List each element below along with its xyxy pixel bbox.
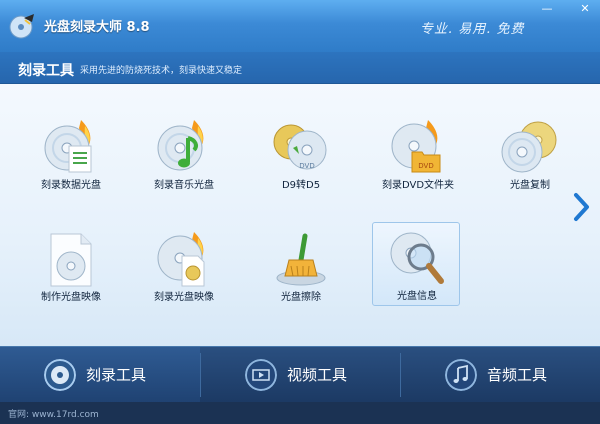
make-disc-image-icon [50,233,92,287]
tool-burn-music-disc[interactable]: 刻录音乐光盘 [136,112,232,198]
tab-video-tools[interactable]: 视频工具 [201,347,401,403]
tool-label: 制作光盘映像 [41,292,101,303]
tab-burn-tools[interactable]: 刻录工具 [0,347,200,403]
bottom-nav: 刻录工具 视频工具 音频工具 [0,346,600,403]
website-link[interactable]: 官网: www.17rd.com [8,407,99,420]
tool-label: 光盘信息 [397,291,437,302]
tool-label: 刻录数据光盘 [41,180,101,191]
tab-label: 音频工具 [487,366,548,384]
disc-erase-icon [276,233,326,286]
burn-dvd-folder-icon: DVD [391,120,441,173]
tool-disc-info[interactable]: 光盘信息 [372,222,460,306]
burn-music-disc-icon [157,120,204,171]
section-description: 采用先进的防烧死技术，刻录快速又稳定 [80,66,243,76]
chevron-right-icon[interactable] [572,192,590,222]
tool-label: 刻录光盘映像 [154,292,214,303]
tool-burn-dvd-folder[interactable]: DVD 刻录DVD文件夹 [370,112,466,198]
tool-label: D9转D5 [281,180,321,191]
burn-data-disc-icon [44,120,92,173]
tool-label: 光盘擦除 [281,292,321,303]
app-window: 光盘刻录大师 8.8 专业. 易用. 免费 — ✕ 刻录工具 采用先进的防烧死技… [0,0,600,424]
title-bar[interactable]: 光盘刻录大师 8.8 专业. 易用. 免费 — ✕ [0,0,600,52]
music-note-icon [445,359,477,391]
close-button[interactable]: ✕ [576,2,594,16]
tools-panel: 刻录数据光盘 刻录音乐光盘 DVD D9转D5 DVD 刻录DVD文件夹 光盘复… [0,84,600,346]
minimize-button[interactable]: — [538,2,556,16]
disc-info-icon [390,232,444,284]
disc-icon [44,359,76,391]
tool-make-disc-image[interactable]: 制作光盘映像 [23,224,119,310]
tool-d9-to-d5[interactable]: DVD D9转D5 [253,112,349,198]
svg-text:DVD: DVD [418,162,433,170]
svg-text:DVD: DVD [299,162,314,170]
tab-label: 视频工具 [287,366,348,384]
section-header: 刻录工具 采用先进的防烧死技术，刻录快速又稳定 [0,52,600,84]
app-logo-icon [9,14,34,39]
tab-label: 刻录工具 [86,366,147,384]
film-icon [245,359,277,391]
app-title: 光盘刻录大师 8.8 [44,20,150,35]
tool-burn-disc-image[interactable]: 刻录光盘映像 [136,224,232,310]
tool-disc-erase[interactable]: 光盘擦除 [253,224,349,310]
tool-label: 刻录音乐光盘 [154,180,214,191]
section-title: 刻录工具 [18,63,74,79]
disc-copy-icon [501,121,557,173]
tab-audio-tools[interactable]: 音频工具 [401,347,600,403]
footer: 官网: www.17rd.com [0,402,600,424]
tool-label: 光盘复制 [510,180,550,191]
tool-burn-data-disc[interactable]: 刻录数据光盘 [23,112,119,198]
burn-disc-image-icon [157,232,205,287]
tool-disc-copy[interactable]: 光盘复制 [482,112,578,198]
d9-to-d5-icon: DVD [273,124,327,170]
slogan: 专业. 易用. 免费 [420,22,525,37]
tool-label: 刻录DVD文件夹 [381,180,455,191]
